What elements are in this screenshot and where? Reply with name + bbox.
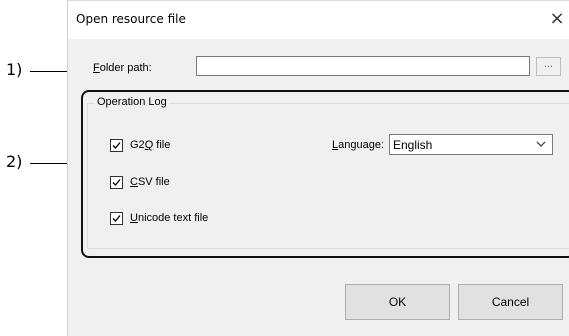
browse-button[interactable]: ... [536,57,561,76]
cancel-button[interactable]: Cancel [458,284,563,320]
folder-path-input[interactable] [196,56,530,76]
folder-path-label-text: older path: [99,62,152,74]
folder-path-accel: F [93,62,100,74]
close-icon[interactable]: × [549,9,565,29]
operation-log-highlight [81,90,569,258]
folder-path-label: Folder path: [93,62,152,74]
callout-1: 1) [6,60,23,79]
title-bar: Open resource file × [68,1,569,39]
callout-2: 2) [6,152,23,171]
dialog-title: Open resource file [76,12,186,26]
ok-button[interactable]: OK [345,284,450,320]
